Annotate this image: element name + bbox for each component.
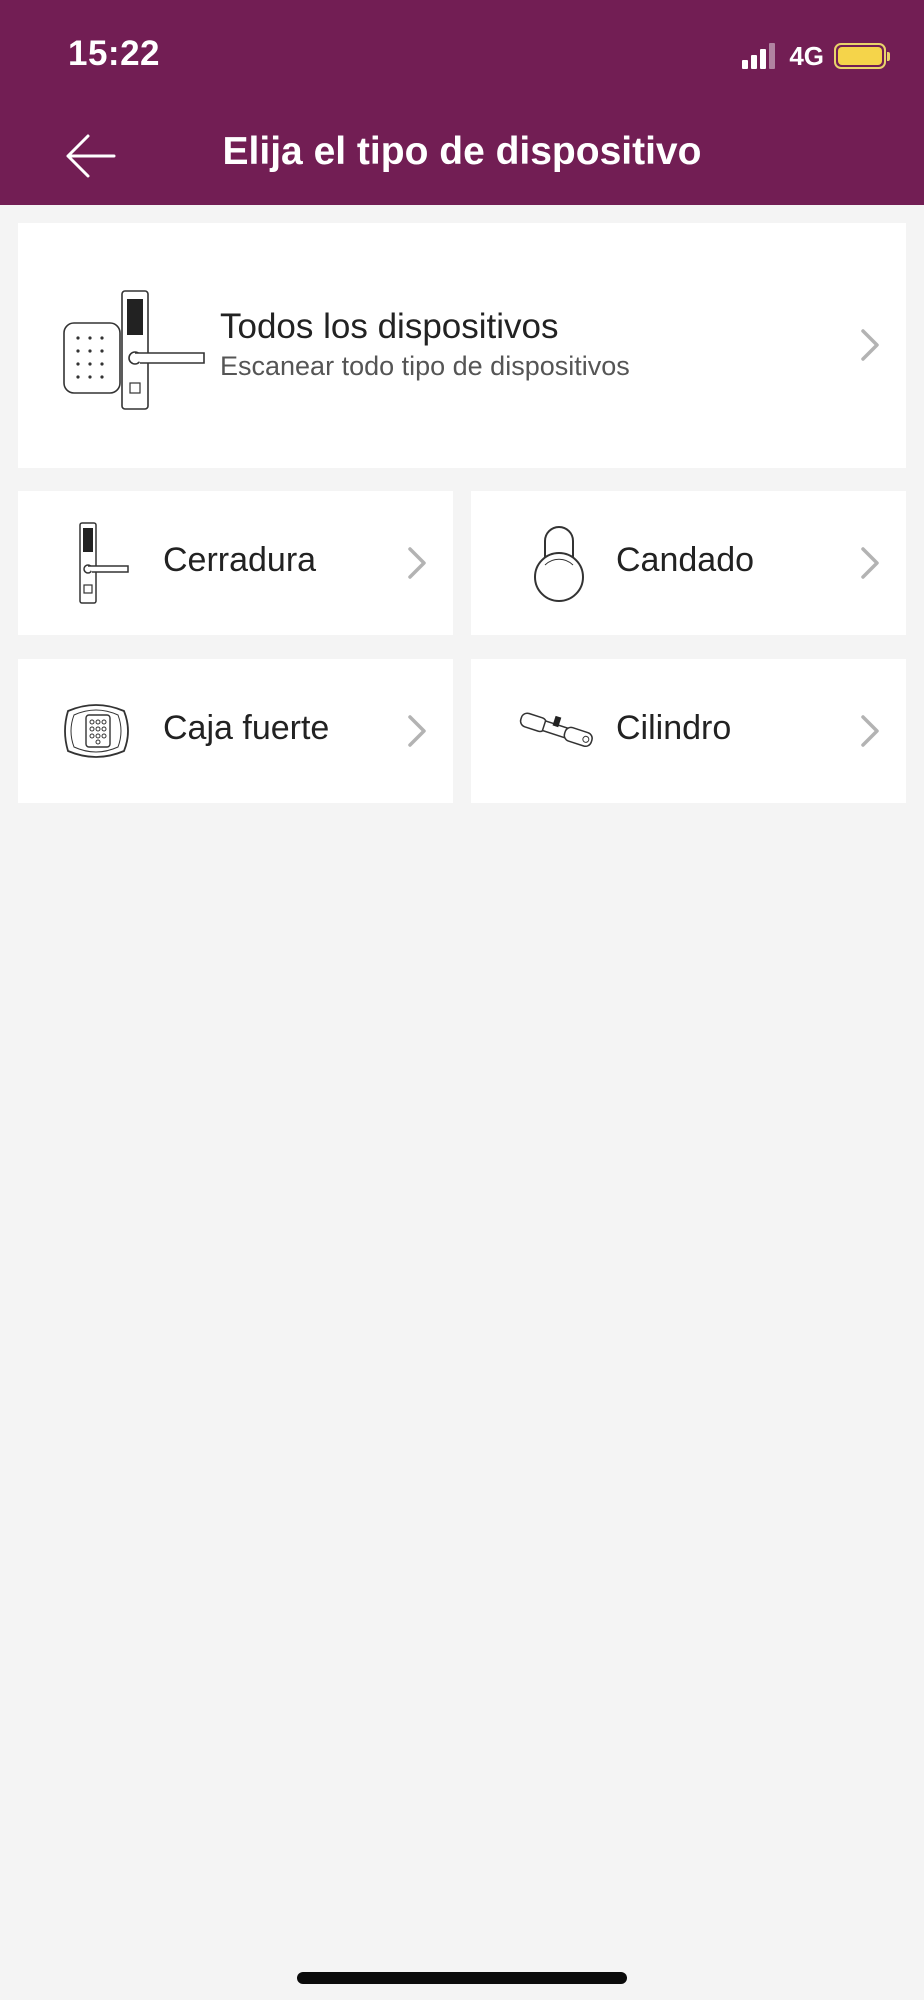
- signal-icon: [742, 43, 776, 69]
- chevron-right-icon: [861, 715, 879, 747]
- battery-icon: [834, 43, 890, 69]
- device-type-label: Candado: [616, 541, 755, 579]
- status-time: 15:22: [68, 34, 161, 73]
- cylinder-lock-icon: [519, 712, 593, 748]
- home-indicator[interactable]: [297, 1972, 627, 1984]
- device-type-candado[interactable]: Candado: [471, 491, 906, 635]
- network-type: 4G: [789, 40, 824, 71]
- chevron-right-icon: [861, 329, 879, 361]
- page-title: Elija el tipo de dispositivo: [222, 130, 702, 173]
- chevron-right-icon: [408, 715, 426, 747]
- device-type-label: Caja fuerte: [163, 709, 330, 747]
- padlock-icon: [534, 526, 584, 602]
- device-type-caja-fuerte[interactable]: Caja fuerte: [18, 659, 453, 803]
- door-lock-icon: [79, 522, 129, 604]
- keypad-door-lock-icon: [63, 290, 205, 410]
- status-icons: 4G: [742, 38, 890, 74]
- device-type-cilindro[interactable]: Cilindro: [471, 659, 906, 803]
- device-type-label: Cerradura: [163, 541, 317, 579]
- device-type-label: Cilindro: [616, 709, 732, 747]
- chevron-right-icon: [861, 547, 879, 579]
- all-devices-subtitle: Escanear todo tipo de dispositivos: [220, 351, 630, 381]
- device-type-cerradura[interactable]: Cerradura: [18, 491, 453, 635]
- chevron-right-icon: [408, 547, 426, 579]
- all-devices-item[interactable]: Todos los dispositivos Escanear todo tip…: [18, 223, 906, 468]
- app-header: 15:22 4G Elija el tipo de dispositivo: [0, 0, 924, 205]
- safe-icon: [64, 704, 129, 758]
- all-devices-title: Todos los dispositivos: [220, 307, 559, 346]
